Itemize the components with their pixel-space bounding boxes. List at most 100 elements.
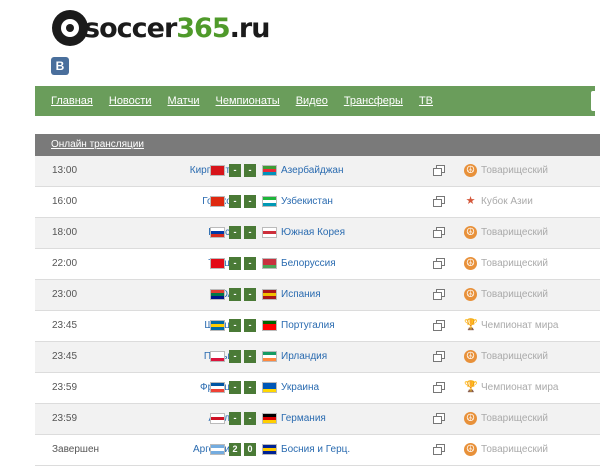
match-row[interactable]: 22:00Турция--Белоруссия☮Товарищеский <box>35 249 600 280</box>
broadcast-icon[interactable] <box>433 196 445 207</box>
tournament-name[interactable]: Чемпионат мира <box>481 382 558 393</box>
match-row[interactable]: 18:00Россия--Южная Корея☮Товарищеский <box>35 218 600 249</box>
broadcast-icon[interactable] <box>433 258 445 269</box>
away-flag-icon <box>262 227 277 238</box>
nav-item-transfers[interactable]: Трансферы <box>344 95 403 107</box>
match-time: 23:59 <box>52 382 78 393</box>
world-cup-icon: 🏆 <box>464 319 478 331</box>
broadcast-icon[interactable] <box>433 289 445 300</box>
tournament-name[interactable]: Товарищеский <box>481 227 548 238</box>
tournament-name[interactable]: Товарищеский <box>481 444 548 455</box>
nav-search-toggle[interactable] <box>591 91 600 111</box>
tournament-name[interactable]: Товарищеский <box>481 165 548 176</box>
match-row[interactable]: 13:00Киргизстан--Азербайджан☮Товарищески… <box>35 156 600 187</box>
nav-item-home[interactable]: Главная <box>51 95 93 107</box>
peace-icon: ☮ <box>464 288 477 301</box>
match-time: Завершен <box>52 444 100 455</box>
away-flag-icon <box>262 289 277 300</box>
home-score: - <box>229 226 241 239</box>
tournament-name[interactable]: Товарищеский <box>481 351 548 362</box>
tournament-name[interactable]: Товарищеский <box>481 413 548 424</box>
broadcast-icon[interactable] <box>433 320 445 331</box>
broadcast-icon[interactable] <box>433 165 445 176</box>
logo-text-main: soccer <box>84 12 177 44</box>
away-team-link[interactable]: Испания <box>281 289 321 300</box>
match-time: 23:00 <box>52 289 78 300</box>
home-flag-icon <box>210 258 225 269</box>
broadcast-icon[interactable] <box>433 351 445 362</box>
nav-item-news[interactable]: Новости <box>109 95 152 107</box>
match-time: 22:00 <box>52 258 78 269</box>
away-flag-icon <box>262 320 277 331</box>
match-row[interactable]: 23:45Швеция--Португалия🏆Чемпионат мира <box>35 311 600 342</box>
nav-item-matches[interactable]: Матчи <box>167 95 199 107</box>
home-score: - <box>229 319 241 332</box>
away-score: - <box>244 412 256 425</box>
match-row[interactable]: 23:00ЮАР--Испания☮Товарищеский <box>35 280 600 311</box>
broadcast-icon[interactable] <box>433 382 445 393</box>
nav-item-tv[interactable]: ТВ <box>419 95 433 107</box>
home-score: - <box>229 412 241 425</box>
away-flag-icon <box>262 258 277 269</box>
match-row[interactable]: 23:59Франция--Украина🏆Чемпионат мира <box>35 373 600 404</box>
away-flag-icon <box>262 196 277 207</box>
site-header: soccer365.ru В <box>0 0 600 84</box>
nav-item-championships[interactable]: Чемпионаты <box>216 95 280 107</box>
tournament-name[interactable]: Кубок Азии <box>481 196 533 207</box>
home-score: - <box>229 350 241 363</box>
home-flag-icon <box>210 351 225 362</box>
away-team-link[interactable]: Южная Корея <box>281 227 345 238</box>
peace-icon: ☮ <box>464 443 477 456</box>
home-flag-icon <box>210 320 225 331</box>
peace-icon: ☮ <box>464 164 477 177</box>
match-time: 23:59 <box>52 413 78 424</box>
home-flag-icon <box>210 444 225 455</box>
away-flag-icon <box>262 444 277 455</box>
home-flag-icon <box>210 413 225 424</box>
away-score: - <box>244 164 256 177</box>
away-flag-icon <box>262 351 277 362</box>
logo-text-tail: .ru <box>229 12 271 44</box>
match-row[interactable]: 23:59Англия--Германия☮Товарищеский <box>35 404 600 435</box>
match-time: 23:45 <box>52 351 78 362</box>
away-flag-icon <box>262 382 277 393</box>
tournament-name[interactable]: Товарищеский <box>481 258 548 269</box>
match-time: 16:00 <box>52 196 78 207</box>
broadcast-icon[interactable] <box>433 227 445 238</box>
match-time: 13:00 <box>52 165 78 176</box>
tournament-name[interactable]: Чемпионат мира <box>481 320 558 331</box>
match-time: 23:45 <box>52 320 78 331</box>
match-row[interactable]: 16:00Гонгконг--Узбекистан★Кубок Азии <box>35 187 600 218</box>
away-flag-icon <box>262 165 277 176</box>
away-team-link[interactable]: Белоруссия <box>281 258 336 269</box>
away-score: - <box>244 226 256 239</box>
home-flag-icon <box>210 165 225 176</box>
vk-icon[interactable]: В <box>51 57 69 75</box>
away-team-link[interactable]: Германия <box>281 413 326 424</box>
asia-cup-icon: ★ <box>465 195 476 207</box>
away-score: - <box>244 195 256 208</box>
away-team-link[interactable]: Ирландия <box>281 351 327 362</box>
home-flag-icon <box>210 289 225 300</box>
home-score: - <box>229 195 241 208</box>
away-team-link[interactable]: Азербайджан <box>281 165 344 176</box>
home-score: - <box>229 381 241 394</box>
match-row[interactable]: ЗавершенАргентина20Босния и Герц.☮Товари… <box>35 435 600 466</box>
match-row[interactable]: 23:45Польша--Ирландия☮Товарищеский <box>35 342 600 373</box>
away-team-link[interactable]: Украина <box>281 382 319 393</box>
tournament-name[interactable]: Товарищеский <box>481 289 548 300</box>
home-score: - <box>229 288 241 301</box>
broadcast-icon[interactable] <box>433 413 445 424</box>
site-logo[interactable]: soccer365.ru <box>52 6 271 50</box>
home-score: 2 <box>229 443 241 456</box>
broadcast-icon[interactable] <box>433 444 445 455</box>
away-team-link[interactable]: Узбекистан <box>281 196 333 207</box>
logo-text-accent: 365 <box>176 12 230 44</box>
away-team-link[interactable]: Португалия <box>281 320 335 331</box>
away-team-link[interactable]: Босния и Герц. <box>281 444 350 455</box>
home-flag-icon <box>210 196 225 207</box>
section-title-link[interactable]: Онлайн трансляции <box>51 139 144 150</box>
away-flag-icon <box>262 413 277 424</box>
world-cup-icon: 🏆 <box>464 381 478 393</box>
nav-item-video[interactable]: Видео <box>296 95 328 107</box>
